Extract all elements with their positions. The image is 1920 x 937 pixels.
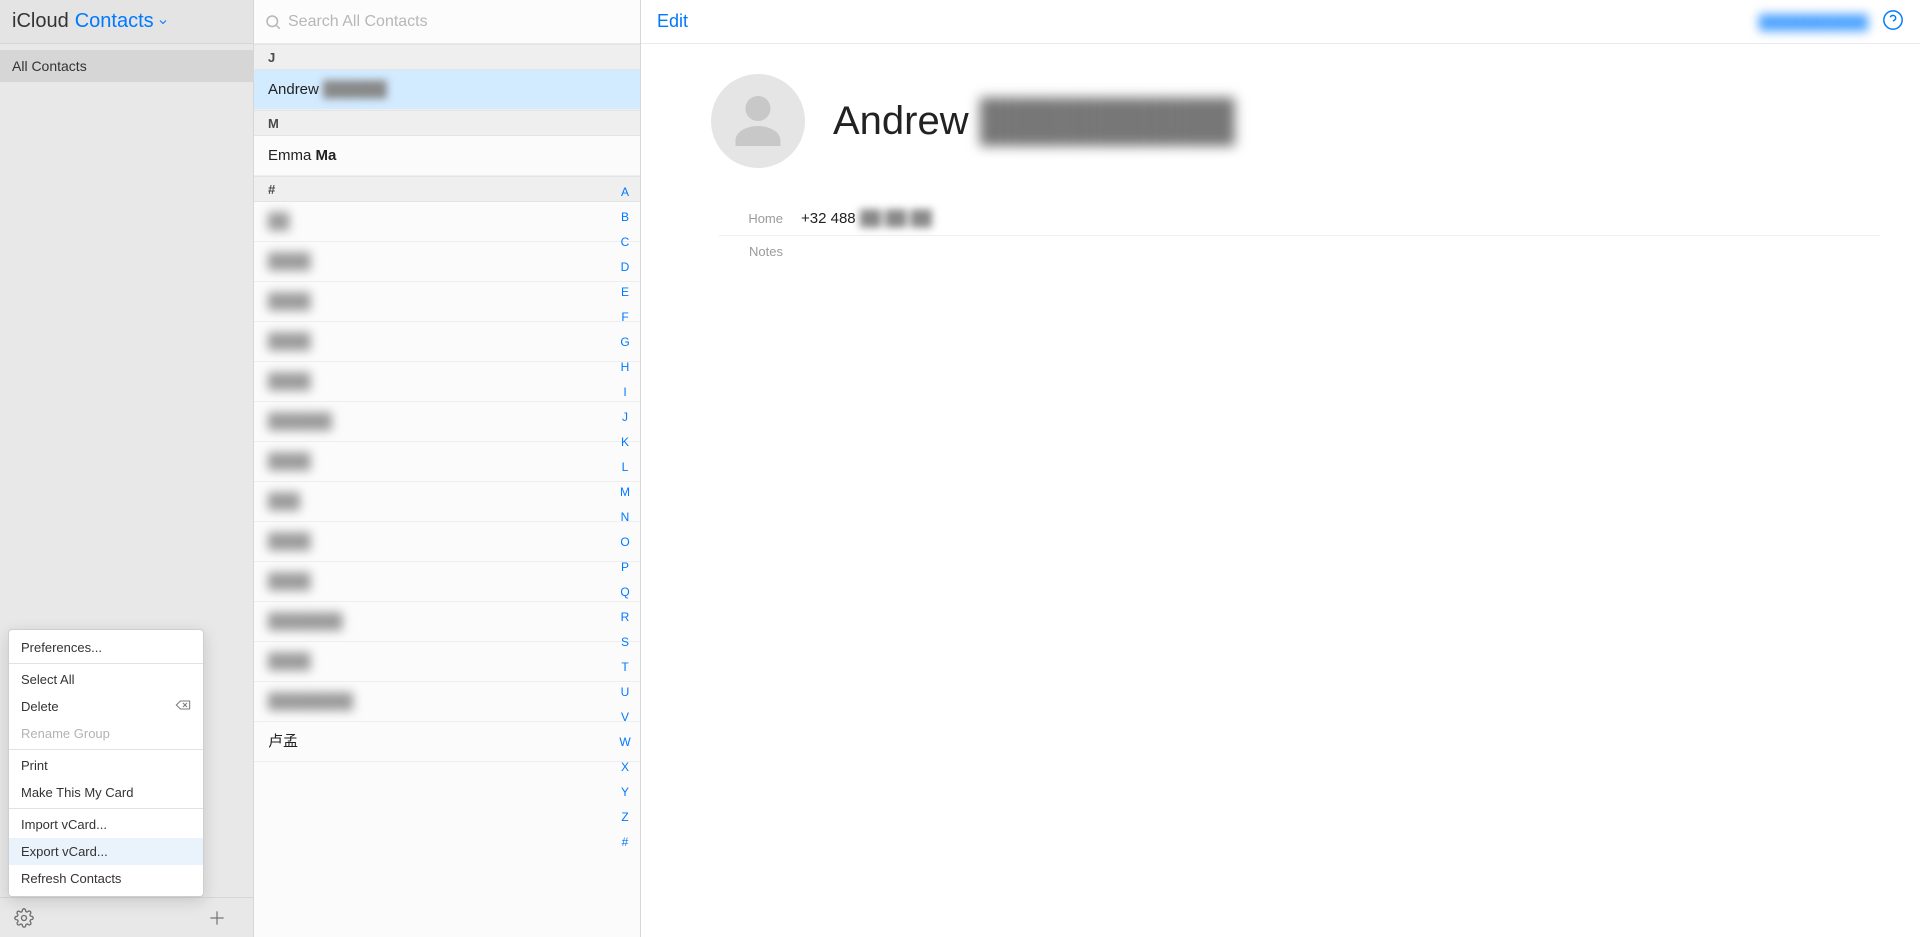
chevron-down-icon xyxy=(157,16,169,28)
sidebar: iCloud Contacts All Contacts Preferences… xyxy=(0,0,254,937)
menu-item[interactable]: Preferences... xyxy=(9,634,203,661)
index-letter[interactable]: F xyxy=(618,305,632,330)
contact-row[interactable]: ████ xyxy=(254,562,640,602)
index-letter[interactable]: P xyxy=(618,555,632,580)
contact-row[interactable]: ███ xyxy=(254,482,640,522)
section-header: M xyxy=(254,110,640,136)
settings-menu: Preferences... Select AllDeleteRename Gro… xyxy=(8,629,204,897)
account-name[interactable]: ███████████ xyxy=(1759,14,1868,30)
index-letter[interactable]: R xyxy=(618,605,632,630)
contacts-list[interactable]: JAndrew ██████MEmma Ma#█████████████████… xyxy=(254,44,640,937)
menu-item[interactable]: Delete xyxy=(9,693,203,720)
gear-icon[interactable] xyxy=(14,908,34,928)
app-dropdown-label: Contacts xyxy=(75,10,154,33)
search-input[interactable] xyxy=(288,13,630,31)
index-letter[interactable]: C xyxy=(618,230,632,255)
menu-item[interactable]: Select All xyxy=(9,666,203,693)
contacts-list-column: JAndrew ██████MEmma Ma#█████████████████… xyxy=(254,0,641,937)
index-letter[interactable]: J xyxy=(618,405,632,430)
contact-row[interactable]: ████ xyxy=(254,362,640,402)
section-header: J xyxy=(254,44,640,70)
index-letter[interactable]: S xyxy=(618,630,632,655)
index-letter[interactable]: # xyxy=(618,830,632,855)
index-letter[interactable]: I xyxy=(618,380,632,405)
contact-row[interactable]: ███████ xyxy=(254,602,640,642)
contact-row[interactable]: ████ xyxy=(254,522,640,562)
contact-row[interactable]: Andrew ██████ xyxy=(254,70,640,110)
menu-item[interactable]: Import vCard... xyxy=(9,811,203,838)
contact-row[interactable]: ████ xyxy=(254,282,640,322)
index-letter[interactable]: Y xyxy=(618,780,632,805)
search-wrap xyxy=(254,0,640,44)
avatar[interactable] xyxy=(711,74,805,168)
index-letter[interactable]: T xyxy=(618,655,632,680)
index-letter[interactable]: D xyxy=(618,255,632,280)
index-letter[interactable]: O xyxy=(618,530,632,555)
index-letter[interactable]: K xyxy=(618,430,632,455)
section-header: # xyxy=(254,176,640,202)
index-letter[interactable]: X xyxy=(618,755,632,780)
field-value[interactable]: +32 488 ██ ██ ██ xyxy=(801,210,932,227)
index-letter[interactable]: L xyxy=(618,455,632,480)
index-letter[interactable]: A xyxy=(618,180,632,205)
index-letter[interactable]: U xyxy=(618,680,632,705)
notes-label: Notes xyxy=(719,244,783,259)
contact-row[interactable]: Emma Ma xyxy=(254,136,640,176)
contact-hero: Andrew █████████ xyxy=(711,74,1880,168)
sidebar-footer xyxy=(0,897,253,937)
fields: Home +32 488 ██ ██ ██ Notes xyxy=(719,202,1880,267)
contact-row[interactable]: ██████ xyxy=(254,402,640,442)
contact-row[interactable]: ████ xyxy=(254,642,640,682)
detail-body: Andrew █████████ Home +32 488 ██ ██ ██ N… xyxy=(641,44,1920,267)
contact-row[interactable]: ████████ xyxy=(254,682,640,722)
field-row-phone: Home +32 488 ██ ██ ██ xyxy=(719,202,1880,236)
index-letter[interactable]: M xyxy=(618,480,632,505)
detail-pane: Edit ███████████ Andrew █████████ Home +… xyxy=(641,0,1920,937)
index-letter[interactable]: N xyxy=(618,505,632,530)
first-name: Andrew xyxy=(833,99,969,143)
menu-item[interactable]: Print xyxy=(9,752,203,779)
field-label: Home xyxy=(719,211,783,226)
index-letter[interactable]: H xyxy=(618,355,632,380)
group-item-all-contacts[interactable]: All Contacts xyxy=(0,50,253,82)
contact-row[interactable]: ████ xyxy=(254,442,640,482)
sidebar-header: iCloud Contacts xyxy=(0,0,253,44)
edit-button[interactable]: Edit xyxy=(657,11,688,32)
top-right: ███████████ xyxy=(1759,9,1904,34)
plus-icon[interactable] xyxy=(207,908,227,928)
menu-item: Rename Group xyxy=(9,720,203,747)
alpha-index[interactable]: ABCDEFGHIJKLMNOPQRSTUVWXYZ# xyxy=(618,180,632,855)
app-dropdown[interactable]: Contacts xyxy=(75,10,169,33)
index-letter[interactable]: V xyxy=(618,705,632,730)
last-name: █████████ xyxy=(980,99,1235,143)
contact-row[interactable]: 卢孟 xyxy=(254,722,640,762)
person-icon xyxy=(728,91,788,151)
detail-toolbar: Edit ███████████ xyxy=(641,0,1920,44)
menu-item[interactable]: Refresh Contacts xyxy=(9,865,203,892)
menu-item[interactable]: Make This My Card xyxy=(9,779,203,806)
field-row-notes: Notes xyxy=(719,236,1880,267)
contact-row[interactable]: ████ xyxy=(254,242,640,282)
index-letter[interactable]: W xyxy=(618,730,632,755)
search-icon xyxy=(264,13,282,31)
index-letter[interactable]: B xyxy=(618,205,632,230)
index-letter[interactable]: E xyxy=(618,280,632,305)
brand-label: iCloud xyxy=(12,10,69,33)
delete-key-icon xyxy=(175,699,191,714)
contact-row[interactable]: ██ xyxy=(254,202,640,242)
index-letter[interactable]: Z xyxy=(618,805,632,830)
help-icon[interactable] xyxy=(1882,9,1904,34)
menu-item[interactable]: Export vCard... xyxy=(9,838,203,865)
index-letter[interactable]: Q xyxy=(618,580,632,605)
contact-name: Andrew █████████ xyxy=(833,99,1235,144)
index-letter[interactable]: G xyxy=(618,330,632,355)
contact-row[interactable]: ████ xyxy=(254,322,640,362)
